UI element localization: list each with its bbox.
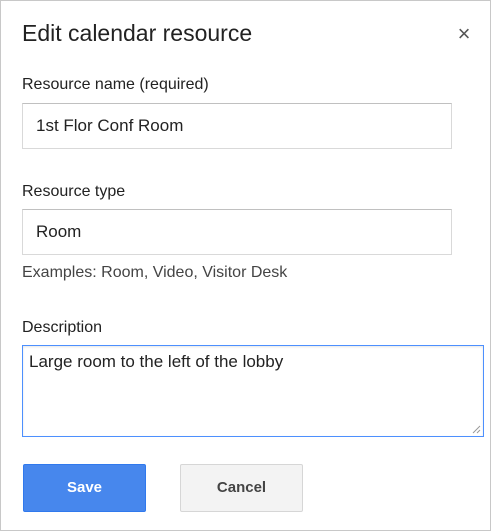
description-label: Description: [22, 319, 103, 336]
resource-type-label: Resource type: [22, 183, 126, 200]
resize-grip-icon[interactable]: [471, 424, 481, 434]
description-textarea[interactable]: Large room to the left of the lobby: [22, 345, 484, 437]
close-icon[interactable]: ×: [453, 23, 475, 45]
cancel-button[interactable]: Cancel: [180, 464, 303, 512]
resource-type-hint: Examples: Room, Video, Visitor Desk: [22, 264, 288, 281]
resource-name-label: Resource name (required): [22, 76, 209, 93]
resource-name-input[interactable]: [22, 103, 452, 149]
resource-type-input[interactable]: [22, 209, 452, 255]
save-button[interactable]: Save: [23, 464, 146, 512]
dialog-title: Edit calendar resource: [22, 20, 253, 46]
edit-resource-dialog: Edit calendar resource × Resource name (…: [0, 0, 491, 531]
